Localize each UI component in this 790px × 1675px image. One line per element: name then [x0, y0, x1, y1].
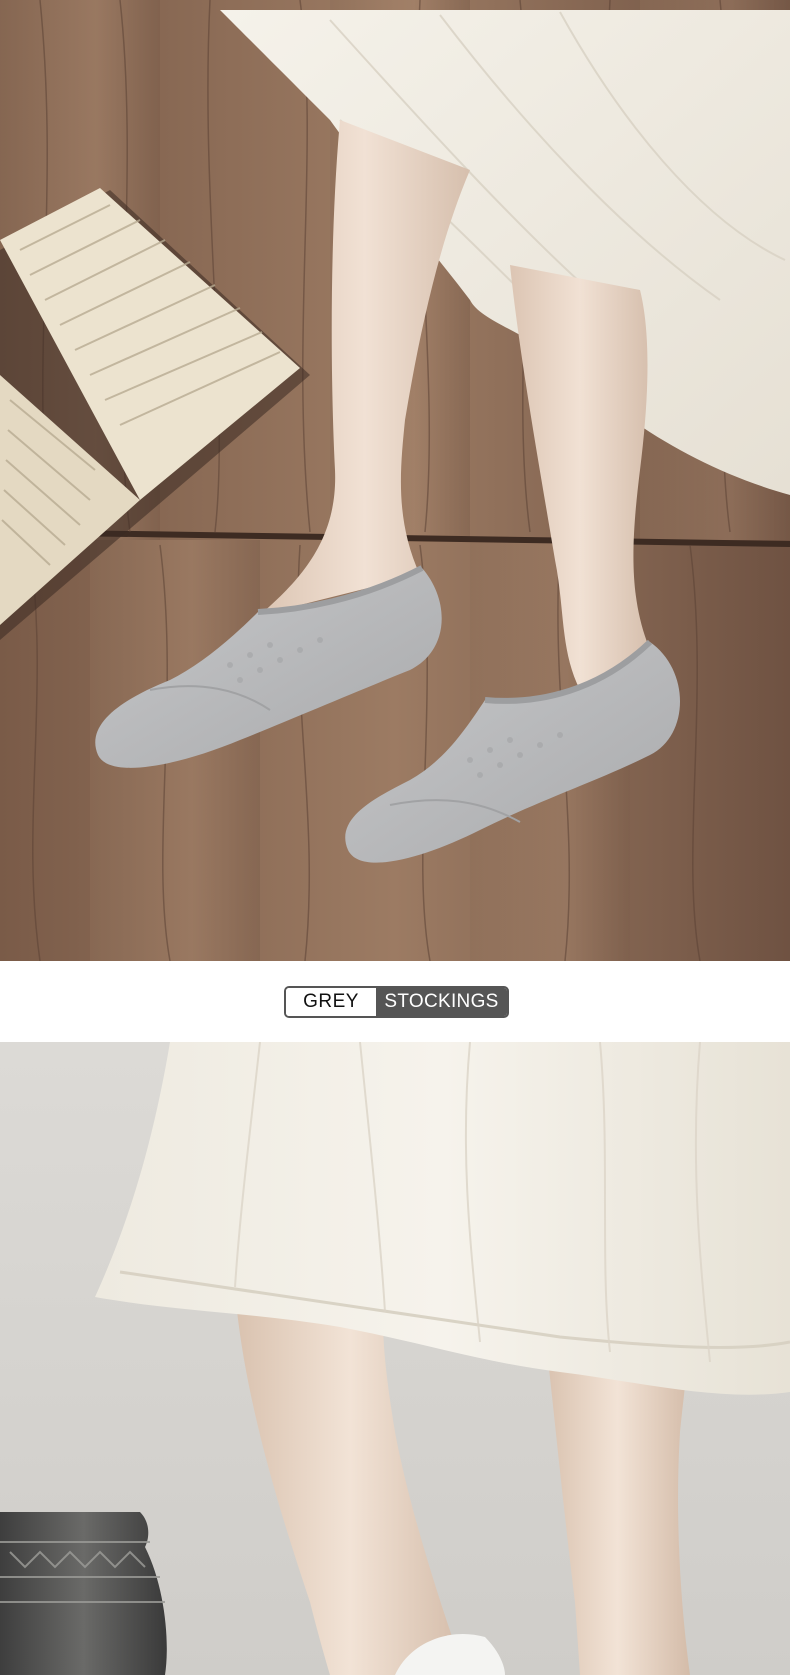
product-name-label: STOCKINGS	[376, 988, 507, 1016]
ceramic-vase	[0, 1512, 167, 1675]
product-photo-top-image	[0, 0, 790, 961]
color-name-label: GREY	[286, 988, 376, 1016]
color-label-badge: GREY STOCKINGS	[284, 986, 509, 1018]
product-photo-bottom	[0, 1042, 790, 1675]
product-photo-bottom-image	[0, 1042, 790, 1675]
product-photo-top	[0, 0, 790, 961]
